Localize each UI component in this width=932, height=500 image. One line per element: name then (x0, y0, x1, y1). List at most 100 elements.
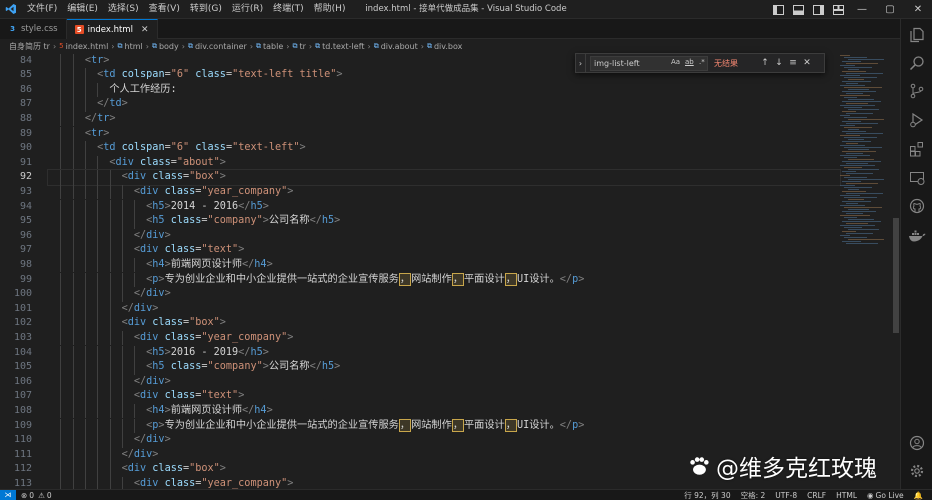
find-in-selection-icon[interactable]: ≡ (786, 58, 800, 68)
tab-index-html[interactable]: 5 index.html ✕ (66, 19, 158, 39)
code-line[interactable]: </tr> (48, 112, 116, 127)
code-editor[interactable]: 84 85 86 87 88 89 90 91 92 93 94 95 96 97 98 99 100 101 10… (0, 53, 900, 489)
minimize-icon[interactable]: — (848, 0, 876, 19)
code-line[interactable]: <h5>2014 - 2016</h5> (48, 200, 269, 215)
code-tag-name: td (103, 142, 116, 154)
code-line[interactable]: <div class="box"> (48, 462, 226, 477)
indentation-status[interactable]: 空格: 2 (741, 490, 766, 500)
code-line[interactable]: 个人工作经历: (48, 83, 176, 98)
next-match-icon[interactable]: ↓ (772, 58, 786, 68)
code-line[interactable]: <div class="text"> (48, 389, 244, 404)
minimap-line (846, 73, 883, 74)
source-control-icon[interactable] (907, 81, 927, 101)
problems-status[interactable]: ⊗ 0 ⚠ 0 (21, 491, 52, 500)
code-line[interactable]: </div> (48, 302, 159, 317)
match-whole-word-icon[interactable]: ab (685, 58, 694, 66)
menu-item[interactable]: 选择(S) (103, 0, 144, 19)
menu-item[interactable]: 帮助(H) (309, 0, 351, 19)
code-line[interactable]: <p>专为创业企业和中小企业提供一站式的企业宣传服务，网站制作，平面设计，UI设… (48, 418, 584, 434)
tab-style-css[interactable]: 3 style.css (0, 19, 67, 39)
code-line[interactable]: <h5 class="company">公司名称</h5> (48, 360, 340, 375)
language-mode[interactable]: HTML (836, 491, 857, 500)
element-icon: ⧉ (426, 41, 432, 50)
settings-gear-icon[interactable] (907, 461, 927, 481)
code-area[interactable]: <tr> <td colspan="6" class="text-left ti… (47, 53, 841, 489)
indent-guide (84, 462, 86, 477)
close-icon[interactable]: ✕ (904, 0, 932, 19)
code-line[interactable]: <h4>前端网页设计师</h4> (48, 404, 273, 419)
code-line[interactable]: <div class="box"> (48, 316, 226, 331)
code-punctuation: </ (309, 215, 322, 227)
menu-item[interactable]: 编辑(E) (62, 0, 103, 19)
breadcrumb-item[interactable]: ⧉ td.text-left (315, 42, 364, 51)
menu-item[interactable]: 终端(T) (268, 0, 309, 19)
run-debug-icon[interactable] (907, 110, 927, 130)
line-number: 99 (19, 273, 32, 285)
close-tab-icon[interactable]: ✕ (141, 25, 149, 35)
code-tag-name: h4 (152, 404, 165, 416)
minimap-line (844, 227, 862, 228)
toggle-secondary-sidebar-icon[interactable] (811, 4, 825, 16)
breadcrumb-item[interactable]: ⧉ tr (292, 42, 305, 51)
docker-icon[interactable] (907, 226, 927, 246)
code-line[interactable]: <tr> (48, 54, 110, 69)
menu-item[interactable]: 转到(G) (185, 0, 227, 19)
code-line[interactable]: <div class="about"> (48, 156, 226, 171)
vertical-scrollbar[interactable] (892, 53, 900, 489)
code-line[interactable]: <h5>2016 - 2019</h5> (48, 346, 269, 361)
go-live-button[interactable]: ◉ Go Live (867, 491, 904, 500)
breadcrumb-item[interactable]: ⧉ table (256, 42, 283, 51)
maximize-icon[interactable]: ▢ (876, 0, 904, 19)
extensions-icon[interactable] (907, 139, 927, 159)
code-line[interactable]: <h4>前端网页设计师</h4> (48, 258, 273, 273)
customize-layout-icon[interactable] (831, 4, 845, 16)
minimap-line (842, 161, 881, 162)
indent-guide (121, 184, 123, 200)
code-line[interactable]: <h5 class="company">公司名称</h5> (48, 214, 340, 229)
notifications-bell-icon[interactable]: 🔔 (914, 491, 923, 500)
indent-guide (121, 374, 123, 390)
code-line[interactable]: <tr> (48, 127, 110, 142)
minimap-line (844, 67, 872, 68)
code-string: "box" (189, 317, 220, 329)
minimap[interactable] (840, 53, 890, 253)
breadcrumb-item[interactable]: 5 index.html (59, 42, 108, 51)
indent-guide (72, 403, 74, 419)
code-line[interactable]: <td colspan="6" class="text-left title"> (48, 68, 342, 83)
toggle-replace-icon[interactable]: › (576, 54, 586, 72)
minimap-line (846, 83, 858, 84)
breadcrumb-item[interactable]: ⧉ html (118, 42, 143, 51)
search-icon[interactable] (907, 53, 927, 73)
remote-explorer-icon[interactable] (907, 168, 927, 188)
menu-item[interactable]: 文件(F) (22, 0, 62, 19)
breadcrumb-separator-icon: › (145, 41, 149, 51)
breadcrumb-item[interactable]: ⧉ div.box (427, 42, 462, 51)
code-line[interactable]: </div> (48, 448, 159, 463)
breadcrumb-item[interactable]: ⧉ div.container (188, 42, 247, 51)
explorer-icon[interactable] (907, 25, 927, 45)
github-icon[interactable] (907, 196, 927, 216)
code-line[interactable]: <p>专为创业企业和中小企业提供一站式的企业宣传服务，网站制作，平面设计，UI设… (48, 272, 584, 288)
breadcrumb-item[interactable]: ⧉ body (152, 42, 179, 51)
cursor-position[interactable]: 行 92，列 30 (684, 490, 730, 500)
accounts-icon[interactable] (907, 433, 927, 453)
breadcrumb-item[interactable]: 自身简历 tr (9, 41, 50, 52)
scrollbar-thumb[interactable] (893, 218, 899, 333)
menu-item[interactable]: 运行(R) (227, 0, 268, 19)
regex-icon[interactable]: .* (699, 58, 705, 66)
code-line[interactable]: <div class="text"> (48, 243, 244, 258)
toggle-sidebar-icon[interactable] (771, 4, 785, 16)
eol-status[interactable]: CRLF (807, 491, 826, 500)
remote-indicator-icon[interactable]: ⋊ (0, 489, 16, 500)
close-find-icon[interactable]: ✕ (800, 58, 814, 68)
toggle-panel-icon[interactable] (791, 4, 805, 16)
code-line[interactable]: <td colspan="6" class="text-left"> (48, 141, 306, 156)
breadcrumb-item[interactable]: ⧉ div.about (374, 42, 418, 51)
match-case-icon[interactable]: Aa (671, 58, 680, 66)
code-punctuation: </ (84, 112, 98, 124)
find-input[interactable]: img-list-left Aa ab .* (590, 55, 708, 71)
previous-match-icon[interactable]: ↑ (758, 58, 772, 68)
encoding-status[interactable]: UTF-8 (775, 491, 797, 500)
menu-item[interactable]: 查看(V) (144, 0, 185, 19)
code-line[interactable]: <div class="box"> (47, 169, 841, 186)
